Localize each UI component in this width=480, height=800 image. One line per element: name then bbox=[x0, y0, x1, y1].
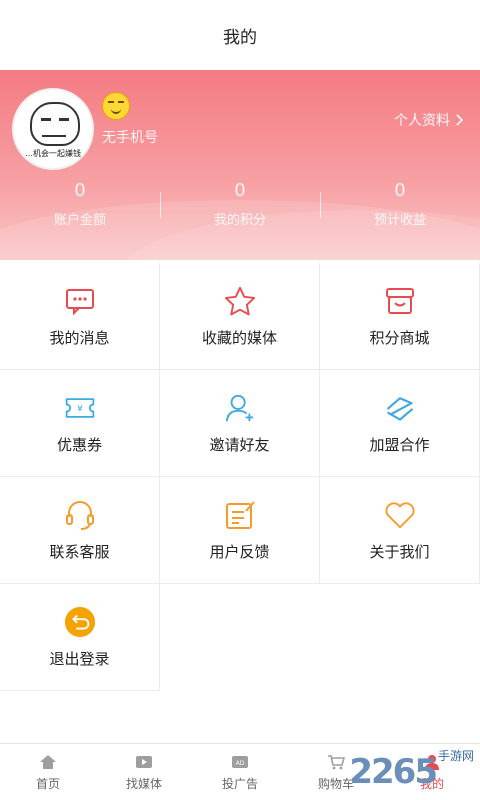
tab-advertise[interactable]: AD 投广告 bbox=[192, 744, 288, 800]
menu-customer-service[interactable]: 联系客服 bbox=[0, 477, 160, 584]
menu-points-mall[interactable]: 积分商城 bbox=[320, 263, 480, 370]
menu-favorite-media[interactable]: 收藏的媒体 bbox=[160, 263, 320, 370]
profile-link-label: 个人资料 bbox=[394, 113, 450, 129]
menu-coupons[interactable]: ¥ 优惠券 bbox=[0, 370, 160, 477]
ad-icon: AD bbox=[231, 753, 249, 771]
phone-status: 无手机号 bbox=[102, 130, 158, 146]
top-bar: 我的 bbox=[0, 0, 480, 70]
menu-invite-friends[interactable]: 邀请好友 bbox=[160, 370, 320, 477]
star-icon bbox=[224, 285, 256, 317]
tab-home[interactable]: 首页 bbox=[0, 744, 96, 800]
stat-expected-income[interactable]: 0 预计收益 bbox=[320, 180, 480, 228]
stats-row: 0 账户金额 0 我的积分 0 预计收益 bbox=[0, 180, 480, 228]
svg-text:AD: AD bbox=[236, 760, 245, 767]
chevron-right-icon bbox=[456, 114, 464, 126]
menu-partnership[interactable]: 加盟合作 bbox=[320, 370, 480, 477]
meme-face bbox=[30, 102, 80, 146]
feedback-icon bbox=[224, 499, 256, 531]
menu-user-feedback[interactable]: 用户反馈 bbox=[160, 477, 320, 584]
page-title: 我的 bbox=[223, 27, 257, 48]
logout-icon bbox=[64, 606, 96, 638]
cart-icon bbox=[327, 753, 345, 771]
watermark-number: 2265 bbox=[349, 752, 438, 792]
avatar-caption: …机会一起嫌钱 bbox=[25, 149, 81, 158]
message-icon bbox=[64, 285, 96, 317]
home-icon bbox=[39, 753, 57, 771]
coupon-icon: ¥ bbox=[64, 392, 96, 424]
store-icon bbox=[384, 285, 416, 317]
stat-my-points[interactable]: 0 我的积分 bbox=[160, 180, 320, 228]
smirk-emoji-icon bbox=[102, 92, 130, 120]
add-user-icon bbox=[224, 392, 256, 424]
avatar[interactable]: …机会一起嫌钱 bbox=[12, 88, 94, 170]
watermark: 2265 手游网 bbox=[349, 747, 474, 792]
media-icon bbox=[135, 753, 153, 771]
profile-link[interactable]: 个人资料 bbox=[394, 110, 464, 130]
headset-icon bbox=[64, 499, 96, 531]
partner-icon bbox=[384, 392, 416, 424]
profile-header: …机会一起嫌钱 无手机号 个人资料 0 账户金额 0 我的积分 0 预计收益 bbox=[0, 70, 480, 260]
heart-icon bbox=[384, 499, 416, 531]
stat-account-balance[interactable]: 0 账户金额 bbox=[0, 180, 160, 228]
menu-about-us[interactable]: 关于我们 bbox=[320, 477, 480, 584]
menu-my-messages[interactable]: 我的消息 bbox=[0, 263, 160, 370]
svg-text:¥: ¥ bbox=[77, 404, 83, 414]
watermark-text: 手游网 bbox=[437, 749, 474, 763]
menu-logout[interactable]: 退出登录 bbox=[0, 584, 160, 691]
tab-find-media[interactable]: 找媒体 bbox=[96, 744, 192, 800]
menu-grid: 我的消息 收藏的媒体 积分商城 ¥ 优惠券 邀请好友 加盟合作 联系客服 用户反… bbox=[0, 263, 480, 691]
